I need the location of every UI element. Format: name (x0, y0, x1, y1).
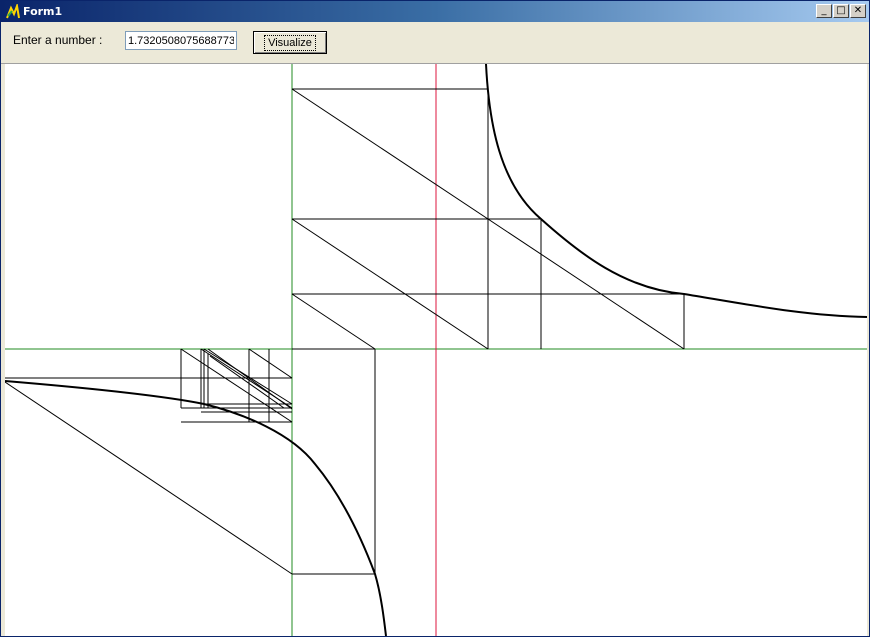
close-button[interactable]: ✕ (850, 4, 866, 18)
app-window: Form1 _ □ ✕ Enter a number : Visualize (0, 0, 870, 637)
input-panel: Enter a number : Visualize (1, 22, 869, 64)
window-title: Form1 (23, 5, 63, 18)
minimize-button[interactable]: _ (816, 4, 832, 18)
axes (5, 64, 867, 636)
construction-lines (5, 88, 685, 575)
lower-left-branch (5, 380, 387, 636)
drawing-canvas (5, 64, 867, 636)
visualize-button[interactable]: Visualize (253, 31, 327, 54)
upper-right-branch (485, 64, 867, 318)
maximize-button[interactable]: □ (833, 4, 849, 18)
title-bar[interactable]: Form1 _ □ ✕ (1, 1, 869, 22)
number-input[interactable] (125, 31, 237, 50)
app-icon (6, 4, 20, 19)
visualize-button-label: Visualize (264, 34, 316, 51)
number-prompt-label: Enter a number : (13, 33, 103, 47)
